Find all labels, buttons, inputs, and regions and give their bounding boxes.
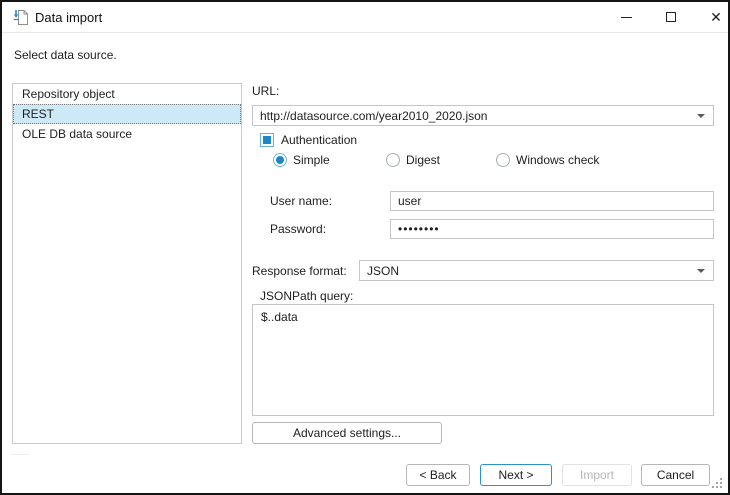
data-source-list: Repository object REST OLE DB data sourc…	[12, 83, 242, 444]
radio-digest[interactable]: Digest	[386, 153, 440, 167]
response-format-label: Response format:	[252, 264, 347, 278]
divider	[10, 454, 30, 455]
titlebar-separator	[2, 32, 728, 33]
maximize-icon	[666, 12, 676, 22]
radio-windows-check[interactable]: Windows check	[496, 153, 599, 167]
data-import-icon	[13, 10, 28, 25]
list-item-rest[interactable]: REST	[13, 104, 241, 124]
checkbox-fill	[263, 136, 271, 144]
resize-grip[interactable]	[712, 478, 723, 489]
minimize-button[interactable]	[609, 2, 643, 32]
jsonpath-label: JSONPath query:	[260, 289, 354, 303]
authentication-label: Authentication	[281, 133, 358, 147]
response-format-combobox[interactable]: JSON	[359, 260, 714, 281]
radio-unselected-icon	[496, 153, 510, 167]
next-button[interactable]: Next >	[480, 464, 552, 486]
import-button: Import	[562, 464, 632, 486]
chevron-down-icon	[697, 268, 705, 273]
data-import-dialog: Data import ✕ Select data source. Reposi…	[0, 0, 730, 495]
radio-unselected-icon	[386, 153, 400, 167]
url-combobox[interactable]: http://datasource.com/year2010_2020.json	[252, 105, 714, 126]
radio-selected-icon	[273, 153, 287, 167]
cancel-button[interactable]: Cancel	[641, 464, 710, 486]
minimize-icon	[620, 16, 632, 18]
url-label: URL:	[252, 84, 280, 98]
radio-simple[interactable]: Simple	[273, 153, 330, 167]
password-label: Password:	[270, 222, 327, 236]
back-button[interactable]: < Back	[406, 464, 470, 486]
checkbox-checked-icon	[260, 133, 274, 147]
list-item-repository-object[interactable]: Repository object	[13, 84, 241, 104]
grip-dots-icon	[712, 486, 714, 488]
list-item-ole-db[interactable]: OLE DB data source	[13, 124, 241, 144]
password-field[interactable]	[390, 219, 714, 239]
radio-simple-label: Simple	[293, 153, 330, 167]
advanced-settings-button[interactable]: Advanced settings...	[252, 422, 442, 444]
chevron-down-icon	[697, 113, 705, 118]
dialog-subtitle: Select data source.	[14, 48, 117, 62]
user-name-label: User name:	[270, 194, 333, 208]
maximize-button[interactable]	[654, 2, 688, 32]
url-value: http://datasource.com/year2010_2020.json	[260, 108, 488, 123]
user-name-field[interactable]	[390, 191, 714, 211]
close-icon: ✕	[710, 9, 722, 25]
authentication-checkbox[interactable]: Authentication	[260, 133, 357, 147]
jsonpath-query-textarea[interactable]: $..data	[252, 304, 714, 416]
response-format-value: JSON	[367, 263, 400, 278]
radio-windows-check-label: Windows check	[516, 153, 600, 167]
radio-digest-label: Digest	[406, 153, 441, 167]
window-title: Data import	[35, 10, 103, 25]
close-button[interactable]: ✕	[699, 2, 728, 32]
titlebar: Data import ✕	[2, 2, 728, 32]
